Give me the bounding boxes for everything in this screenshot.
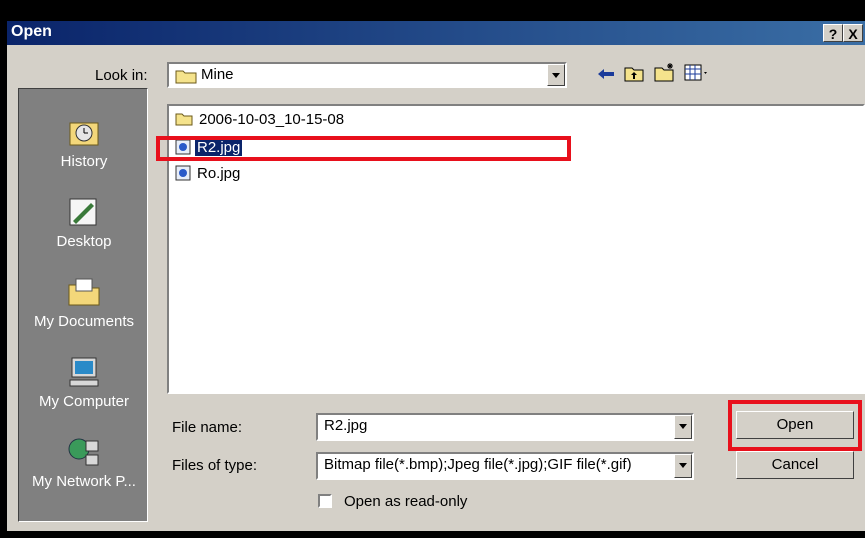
window-title: Open <box>11 23 52 40</box>
history-icon <box>69 122 99 146</box>
view-menu-icon[interactable] <box>684 64 710 82</box>
file-name-dropdown-button[interactable] <box>674 415 692 439</box>
highlight-box-open-button <box>728 400 862 451</box>
read-only-label: Open as read-only <box>344 493 468 510</box>
read-only-checkbox[interactable] <box>318 494 332 508</box>
place-label: History <box>60 153 108 170</box>
file-name-input[interactable]: R2.jpg <box>324 417 367 434</box>
file-name-text: 2006-10-03_10-15-08 <box>199 110 345 128</box>
files-of-type-dropdown-button[interactable] <box>674 454 692 478</box>
place-my-network-places[interactable]: My Network P... <box>19 435 149 490</box>
place-label: My Computer <box>38 393 130 410</box>
places-bar: History Desktop My Documents My Computer… <box>18 88 148 522</box>
my-documents-icon <box>68 278 100 306</box>
files-of-type-label: Files of type: <box>172 457 258 474</box>
files-of-type-combo[interactable]: Bitmap file(*.bmp);Jpeg file(*.jpg);GIF … <box>316 452 694 480</box>
place-my-documents[interactable]: My Documents <box>19 275 149 330</box>
list-item-ro-jpg[interactable]: Ro.jpg <box>175 164 242 184</box>
files-of-type-value: Bitmap file(*.bmp);Jpeg file(*.jpg);GIF … <box>324 456 632 473</box>
look-in-dropdown-button[interactable] <box>547 64 565 86</box>
image-file-icon <box>175 165 191 181</box>
file-name-combo[interactable]: R2.jpg <box>316 413 694 441</box>
place-label: Desktop <box>56 233 112 250</box>
file-name-text: Ro.jpg <box>197 164 241 182</box>
back-arrow-icon[interactable] <box>596 66 616 82</box>
help-button[interactable]: ? <box>823 24 843 42</box>
up-folder-icon[interactable] <box>624 64 644 82</box>
place-my-computer[interactable]: My Computer <box>19 355 149 410</box>
place-label: My Network P... <box>32 473 136 490</box>
look-in-value: Mine <box>201 66 234 83</box>
highlight-box-selected-file <box>156 136 571 161</box>
my-network-places-icon <box>68 438 99 466</box>
look-in-label: Look in: <box>95 67 148 84</box>
place-history[interactable]: History <box>19 115 149 170</box>
file-name-label: File name: <box>172 419 243 436</box>
close-button[interactable]: X <box>843 24 863 42</box>
list-item-folder[interactable]: 2006-10-03_10-15-08 <box>175 110 346 130</box>
cancel-button[interactable]: Cancel <box>736 451 854 479</box>
desktop-icon <box>69 198 97 226</box>
place-desktop[interactable]: Desktop <box>19 195 149 250</box>
folder-icon <box>175 70 197 84</box>
place-label: My Documents <box>33 313 135 330</box>
my-computer-icon <box>69 357 99 387</box>
folder-icon <box>175 113 193 126</box>
title-bar[interactable]: Open ? X <box>7 21 865 45</box>
look-in-combo[interactable]: Mine <box>167 62 567 88</box>
new-folder-icon[interactable] <box>654 62 676 82</box>
